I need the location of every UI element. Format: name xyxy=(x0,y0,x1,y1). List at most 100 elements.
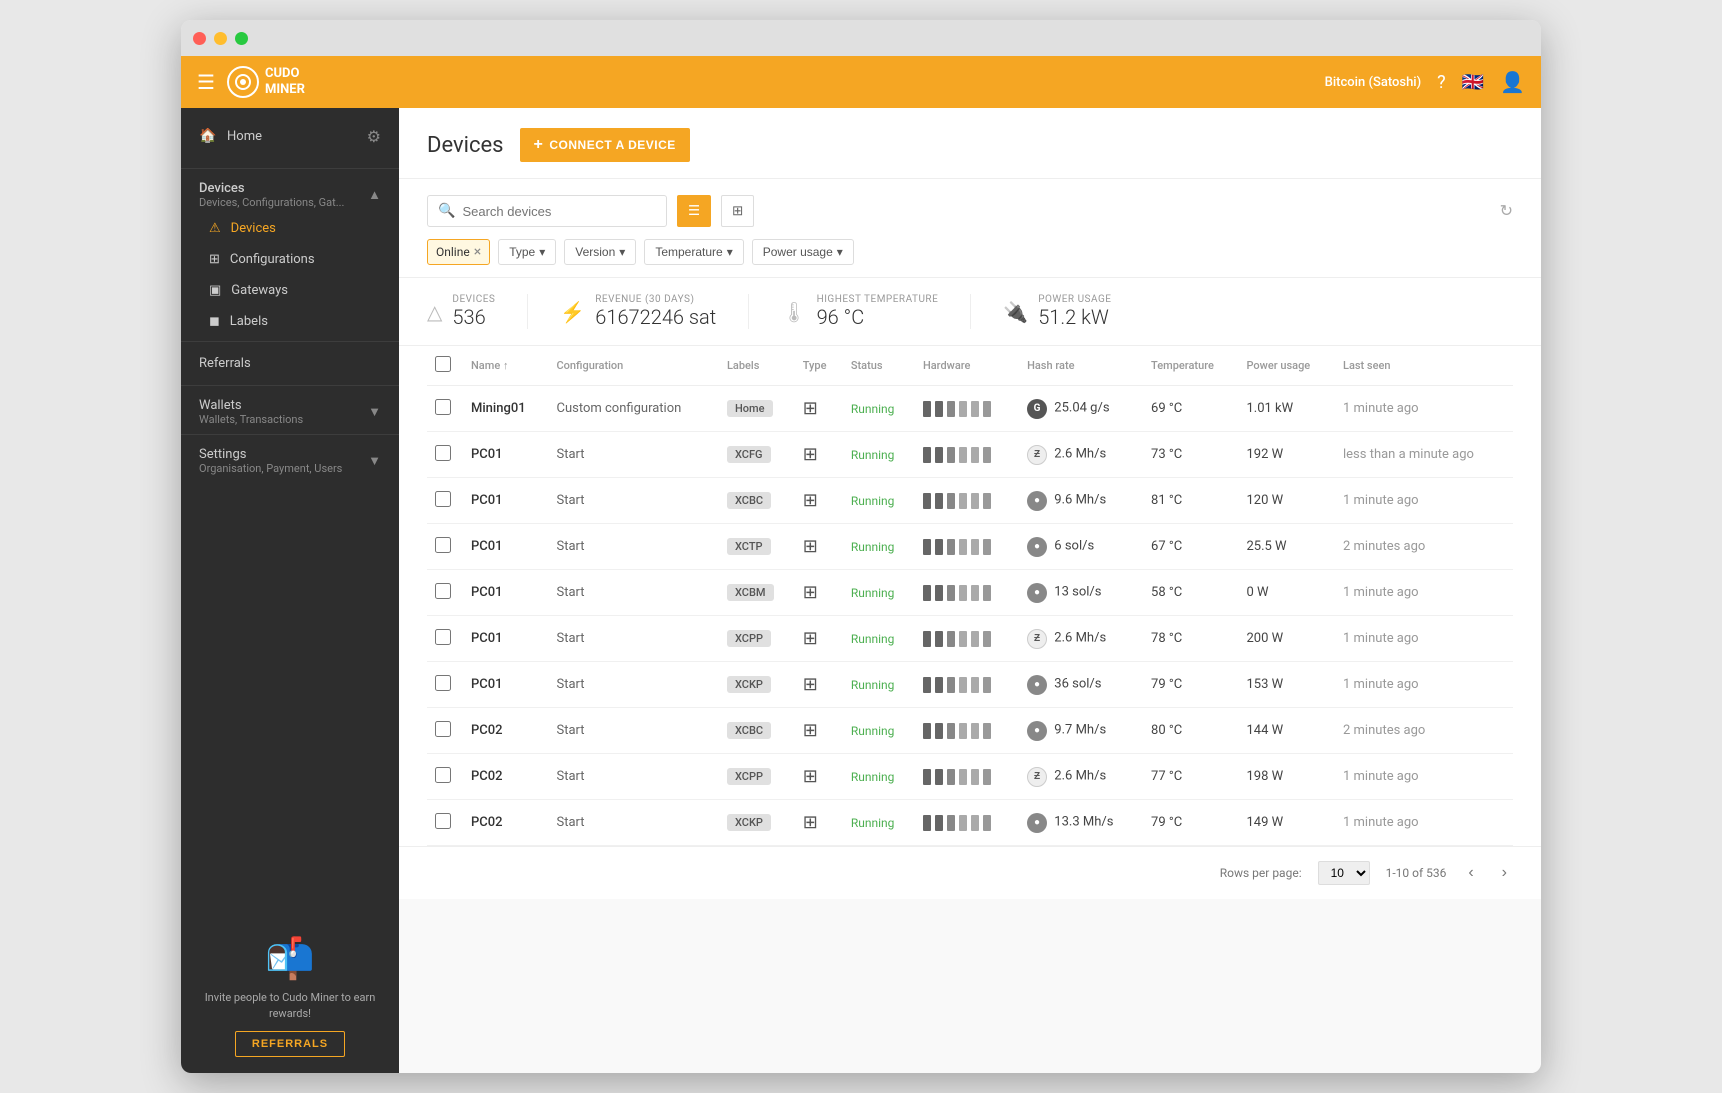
row-label: XCBM xyxy=(719,570,795,616)
settings-expand-icon[interactable]: ▼ xyxy=(368,453,381,469)
stat-revenue: ⚡ REVENUE (30 DAYS) 61672246 sat xyxy=(560,294,749,329)
sidebar-item-referrals[interactable]: Referrals xyxy=(181,346,399,381)
sidebar-item-home[interactable]: 🏠 Home xyxy=(199,116,262,156)
maximize-button[interactable] xyxy=(235,32,248,45)
row-name: PC01 xyxy=(463,478,549,524)
online-filter-remove[interactable]: × xyxy=(474,244,481,260)
navbar-left: ☰ CUDOMINER xyxy=(197,66,305,98)
wallets-expand-icon[interactable]: ▼ xyxy=(368,404,381,420)
rows-per-page-label: Rows per page: xyxy=(1220,866,1302,880)
list-view-button[interactable]: ☰ xyxy=(677,195,711,227)
row-type: ⊞ xyxy=(795,616,843,662)
row-checkbox[interactable] xyxy=(435,675,451,691)
row-lastseen: 1 minute ago xyxy=(1335,478,1513,524)
row-checkbox[interactable] xyxy=(435,583,451,599)
version-filter-chevron: ▾ xyxy=(619,245,625,259)
row-checkbox[interactable] xyxy=(435,767,451,783)
row-hardware xyxy=(915,478,1019,524)
col-name[interactable]: Name ↑ xyxy=(463,346,549,386)
row-name: PC02 xyxy=(463,800,549,846)
sidebar-gateways-label: Gateways xyxy=(231,283,288,298)
table-row: PC01 Start XCTP ⊞ Running ● 6 sol/s 67 °… xyxy=(427,524,1513,570)
row-temperature: 78 °C xyxy=(1143,616,1238,662)
sidebar-item-configurations[interactable]: ⊞ Configurations xyxy=(181,244,399,275)
col-hashrate: Hash rate xyxy=(1019,346,1143,386)
select-all-checkbox[interactable] xyxy=(435,356,451,372)
row-status: Running xyxy=(843,386,915,432)
row-config: Start xyxy=(549,616,719,662)
settings-gear-icon[interactable]: ⚙ xyxy=(367,127,381,146)
row-checkbox[interactable] xyxy=(435,629,451,645)
stat-temperature: 🌡 HIGHEST TEMPERATURE 96 °C xyxy=(781,294,971,329)
row-checkbox[interactable] xyxy=(435,399,451,415)
page-title: Devices xyxy=(427,133,504,158)
search-input[interactable] xyxy=(462,204,656,219)
row-power: 153 W xyxy=(1238,662,1335,708)
power-stat-icon: 🔌 xyxy=(1003,300,1028,324)
devices-collapse-icon[interactable]: ▲ xyxy=(368,187,381,203)
help-icon[interactable]: ? xyxy=(1437,72,1446,93)
row-checkbox[interactable] xyxy=(435,813,451,829)
sidebar-item-devices[interactable]: ⚠ Devices xyxy=(181,213,399,244)
refresh-button[interactable]: ↻ xyxy=(1500,201,1513,221)
col-status: Status xyxy=(843,346,915,386)
row-name: PC01 xyxy=(463,570,549,616)
row-name: PC02 xyxy=(463,754,549,800)
logo-text: CUDOMINER xyxy=(265,66,305,97)
prev-page-button[interactable]: ‹ xyxy=(1462,862,1479,884)
grid-view-button[interactable]: ⊞ xyxy=(721,195,754,227)
connect-device-button[interactable]: + CONNECT A DEVICE xyxy=(520,128,690,162)
devices-stat-icon: △ xyxy=(427,300,442,324)
hamburger-icon[interactable]: ☰ xyxy=(197,70,215,94)
row-checkbox[interactable] xyxy=(435,721,451,737)
power-filter-label: Power usage xyxy=(763,245,833,259)
devices-group-subtitle: Devices, Configurations, Gat... xyxy=(199,196,344,209)
row-hashrate: Ƶ 2.6 Mh/s xyxy=(1019,616,1143,662)
version-filter-button[interactable]: Version ▾ xyxy=(564,239,636,265)
close-button[interactable] xyxy=(193,32,206,45)
table-row: PC01 Start XCFG ⊞ Running Ƶ 2.6 Mh/s 73 … xyxy=(427,432,1513,478)
row-checkbox[interactable] xyxy=(435,491,451,507)
pagination: Rows per page: 10 25 50 1-10 of 536 ‹ › xyxy=(399,846,1541,899)
referral-button[interactable]: REFERRALS xyxy=(235,1031,345,1057)
labels-icon: ◼ xyxy=(209,314,220,329)
col-lastseen: Last seen xyxy=(1335,346,1513,386)
row-label: XCBC xyxy=(719,478,795,524)
app-window: ☰ CUDOMINER Bitcoin (Satoshi) ? 🇬🇧 👤 xyxy=(181,20,1541,1073)
power-filter-button[interactable]: Power usage ▾ xyxy=(752,239,854,265)
row-power: 0 W xyxy=(1238,570,1335,616)
configurations-icon: ⊞ xyxy=(209,252,220,267)
page-header: Devices + CONNECT A DEVICE xyxy=(399,108,1541,179)
sidebar-item-labels[interactable]: ◼ Labels xyxy=(181,306,399,337)
power-stat-value: 51.2 kW xyxy=(1038,305,1111,329)
table-row: PC02 Start XCKP ⊞ Running ● 13.3 Mh/s 79… xyxy=(427,800,1513,846)
currency-label: Bitcoin (Satoshi) xyxy=(1325,75,1422,90)
devices-table: Name ↑ Configuration Labels Type Status … xyxy=(427,346,1513,846)
row-checkbox[interactable] xyxy=(435,445,451,461)
filter-row: Online × Type ▾ Version ▾ Temperature ▾ xyxy=(427,239,1513,265)
search-icon: 🔍 xyxy=(438,203,455,219)
row-temperature: 80 °C xyxy=(1143,708,1238,754)
row-label: XCPP xyxy=(719,754,795,800)
sidebar-item-gateways[interactable]: ▣ Gateways xyxy=(181,275,399,306)
col-labels: Labels xyxy=(719,346,795,386)
next-page-button[interactable]: › xyxy=(1496,862,1513,884)
row-hardware xyxy=(915,570,1019,616)
row-label: XCFG xyxy=(719,432,795,478)
minimize-button[interactable] xyxy=(214,32,227,45)
row-lastseen: 1 minute ago xyxy=(1335,800,1513,846)
temperature-filter-button[interactable]: Temperature ▾ xyxy=(644,239,743,265)
online-filter-tag: Online × xyxy=(427,239,490,265)
type-filter-button[interactable]: Type ▾ xyxy=(498,239,556,265)
row-status: Running xyxy=(843,754,915,800)
rows-per-page-select[interactable]: 10 25 50 xyxy=(1318,861,1370,885)
row-hashrate: ● 9.6 Mh/s xyxy=(1019,478,1143,524)
row-checkbox[interactable] xyxy=(435,537,451,553)
devices-group-header: Devices Devices, Configurations, Gat... … xyxy=(181,173,399,213)
temperature-filter-label: Temperature xyxy=(655,245,722,259)
user-icon[interactable]: 👤 xyxy=(1500,70,1525,94)
table-row: PC01 Start XCPP ⊞ Running Ƶ 2.6 Mh/s 78 … xyxy=(427,616,1513,662)
language-flag[interactable]: 🇬🇧 xyxy=(1462,72,1484,93)
row-status: Running xyxy=(843,432,915,478)
sidebar-home-label: Home xyxy=(227,129,262,144)
